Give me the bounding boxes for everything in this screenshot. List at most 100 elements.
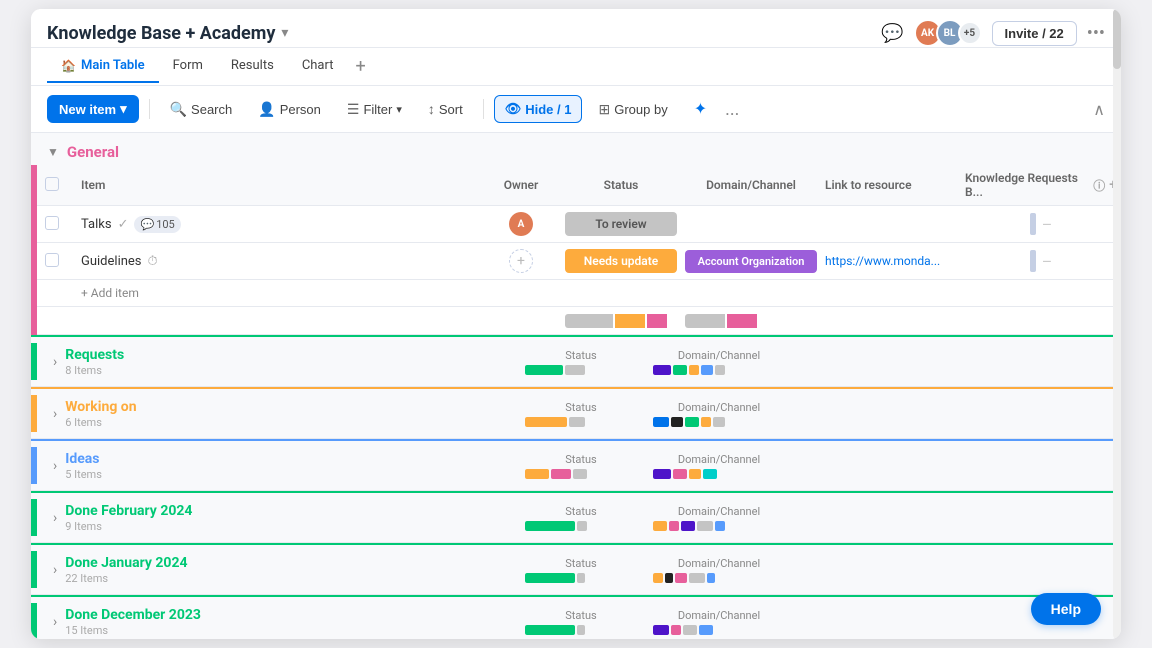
bar-seg-gray — [565, 314, 613, 328]
talks-item-cell: Talks ✓ 💬 105 — [73, 210, 481, 239]
group-chevron-2[interactable]: › — [53, 458, 57, 474]
collapsed-group-2: ›Ideas5 ItemsStatusDomain/Channel — [31, 439, 1121, 491]
invite-button[interactable]: Invite / 22 — [992, 21, 1077, 46]
tab-form[interactable]: Form — [159, 50, 217, 83]
domain-bar-segment — [653, 521, 667, 531]
group-title-5[interactable]: Done December 2023 — [65, 607, 201, 623]
group-status-label-2: Status — [565, 453, 596, 466]
collapsed-group-1: ›Working on6 ItemsStatusDomain/Channel — [31, 387, 1121, 439]
guidelines-kb-cell: – — [961, 244, 1121, 278]
general-collapse-icon[interactable]: ▼ — [47, 145, 59, 159]
status-bar-segment — [569, 417, 585, 427]
talks-link-cell[interactable] — [821, 218, 961, 230]
tab-results[interactable]: Results — [217, 50, 288, 83]
guidelines-domain-cell[interactable]: Account Organization — [681, 247, 821, 276]
group-chevron-5[interactable]: › — [53, 614, 57, 630]
hide-button[interactable]: 👁 Hide / 1 — [494, 95, 583, 123]
project-title: Knowledge Base + Academy — [47, 23, 275, 44]
header-checkbox[interactable] — [45, 177, 59, 191]
group-title-3[interactable]: Done February 2024 — [65, 503, 192, 519]
group-title-4[interactable]: Done January 2024 — [65, 555, 187, 571]
tab-chart[interactable]: Chart — [288, 50, 348, 83]
domain-bar-segment — [685, 417, 699, 427]
guidelines-action-icon: ⏱ — [148, 254, 158, 269]
toolbar-more-icon[interactable]: ... — [725, 99, 739, 120]
group-status-label-3: Status — [565, 505, 596, 518]
talks-kb-bar — [1030, 213, 1036, 235]
table-row-guidelines: Guidelines ⏱ + Needs update Account Orga… — [37, 243, 1121, 280]
group-title-1[interactable]: Working on — [65, 399, 136, 415]
new-item-button[interactable]: New item ▾ — [47, 95, 139, 123]
new-item-chevron-icon: ▾ — [120, 101, 127, 117]
domain-bar-segment — [715, 365, 725, 375]
guidelines-checkbox-cell[interactable] — [37, 246, 73, 277]
link-column-header: Link to resource — [821, 172, 961, 198]
talks-domain-cell[interactable] — [681, 221, 821, 227]
group-chevron-3[interactable]: › — [53, 510, 57, 526]
talks-kb-cell: – — [961, 207, 1121, 241]
domain-bar-segment — [675, 573, 687, 583]
domain-bar-segment — [707, 573, 715, 583]
group-status-label-0: Status — [565, 349, 596, 362]
talks-comment-badge[interactable]: 💬 105 — [134, 216, 180, 233]
add-item-row[interactable]: + Add item — [37, 280, 1121, 307]
scrollbar-thumb[interactable] — [1113, 9, 1121, 69]
status-bar-segment — [525, 417, 567, 427]
general-group-section: ▼ General Item Owner Status Domain/Chann… — [31, 133, 1121, 335]
domain-bar-segment — [653, 573, 663, 583]
guidelines-link-cell[interactable]: https://www.monda... — [821, 248, 961, 274]
group-chevron-0[interactable]: › — [53, 354, 57, 370]
search-button[interactable]: 🔍 Search — [160, 96, 243, 123]
toolbar-collapse-icon[interactable]: ∧ — [1093, 100, 1105, 119]
filter-icon: ☰ — [347, 101, 360, 118]
kb-column-label: Knowledge Requests B... — [965, 171, 1089, 199]
talks-status-cell[interactable]: To review — [561, 209, 681, 239]
status-column-header: Status — [561, 172, 681, 198]
tabs-bar: 🏠 Main Table Form Results Chart + — [31, 48, 1121, 86]
talks-owner-avatar: A — [509, 212, 533, 236]
tab-add-icon[interactable]: + — [347, 48, 373, 85]
chat-icon[interactable]: 💬 — [881, 23, 903, 44]
domain-bar-segment — [683, 625, 697, 635]
group-title-0[interactable]: Requests — [65, 347, 124, 363]
status-bar-segment — [525, 469, 549, 479]
domain-bar-segment — [715, 521, 725, 531]
guidelines-checkbox[interactable] — [45, 253, 59, 267]
bar-seg-orange — [615, 314, 645, 328]
talks-checkbox-cell[interactable] — [37, 209, 73, 240]
table-row-talks: Talks ✓ 💬 105 A To review — [37, 206, 1121, 243]
status-bar-segment — [577, 573, 585, 583]
help-button[interactable]: Help — [1031, 593, 1101, 625]
sort-button[interactable]: ↕ Sort — [418, 96, 473, 122]
person-button[interactable]: 👤 Person — [248, 96, 331, 123]
domain-bar-segment — [703, 469, 717, 479]
domain-bar-segment — [697, 521, 713, 531]
title-chevron-icon[interactable]: ▾ — [281, 25, 288, 41]
main-content[interactable]: ▼ General Item Owner Status Domain/Chann… — [31, 133, 1121, 639]
header-more-icon[interactable]: ••• — [1087, 23, 1105, 44]
domain-bar-segment — [653, 469, 671, 479]
hide-label: Hide / 1 — [525, 102, 571, 117]
ai-button[interactable]: ✦ — [684, 94, 717, 124]
group-by-button[interactable]: ⊞ Group by — [588, 96, 677, 123]
group-domain-label-3: Domain/Channel — [678, 505, 760, 518]
group-title-2[interactable]: Ideas — [65, 451, 102, 467]
filter-button[interactable]: ☰ Filter ▾ — [337, 96, 412, 123]
tab-results-label: Results — [231, 58, 274, 73]
tab-main-table[interactable]: 🏠 Main Table — [47, 50, 159, 83]
group-chevron-4[interactable]: › — [53, 562, 57, 578]
talks-item-name: Talks — [81, 217, 112, 232]
domain-bar-segment — [653, 625, 669, 635]
group-chevron-1[interactable]: › — [53, 406, 57, 422]
talks-checkbox[interactable] — [45, 216, 59, 230]
scrollbar-track[interactable] — [1113, 9, 1121, 639]
domain-bar-segment — [673, 469, 687, 479]
domain-bar-segment — [689, 469, 701, 479]
domain-bar-segment — [653, 417, 669, 427]
group-sub-4: 22 Items — [65, 572, 187, 585]
toolbar-separator-2 — [483, 99, 484, 119]
kb-info-icon: ⓘ — [1093, 177, 1105, 194]
domain-bar-segment — [671, 625, 681, 635]
general-summary-row — [37, 307, 1121, 335]
guidelines-status-cell[interactable]: Needs update — [561, 246, 681, 276]
